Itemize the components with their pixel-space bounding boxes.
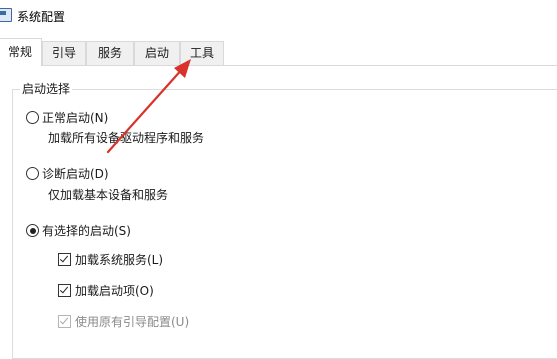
checkbox-checked-icon [58,253,71,266]
tab-services[interactable]: 服务 [86,41,134,65]
tab-boot[interactable]: 引导 [42,41,86,65]
diagnostic-startup-label: 诊断启动(D) [42,167,109,181]
tab-startup[interactable]: 启动 [134,41,180,65]
use-original-boot-config-checkbox: 使用原有引导配置(U) [58,313,189,330]
title-bar: 系统配置 [0,0,557,32]
checkbox-disabled-icon [58,315,71,328]
load-startup-items-checkbox[interactable]: 加载启动项(O) [58,282,154,299]
group-title: 启动选择 [20,80,73,97]
tab-tools[interactable]: 工具 [180,41,224,65]
load-system-services-label: 加载系统服务(L) [75,253,164,267]
radio-unselected-icon [26,167,39,180]
diagnostic-startup-radio[interactable]: 诊断启动(D) [26,165,109,182]
selective-startup-label: 有选择的启动(S) [42,224,131,238]
load-system-services-checkbox[interactable]: 加载系统服务(L) [58,251,163,268]
diagnostic-startup-description: 仅加载基本设备和服务 [48,188,169,202]
normal-startup-label: 正常启动(N) [42,111,109,125]
load-startup-items-label: 加载启动项(O) [75,284,154,298]
radio-unselected-icon [26,111,39,124]
checkbox-checked-icon [58,284,71,297]
selective-startup-radio[interactable]: 有选择的启动(S) [26,222,131,239]
window-title: 系统配置 [17,10,66,24]
radio-selected-icon [26,224,39,237]
normal-startup-radio[interactable]: 正常启动(N) [26,109,108,126]
use-original-boot-config-label: 使用原有引导配置(U) [75,315,190,329]
tab-general[interactable]: 常规 [0,38,42,66]
normal-startup-description: 加载所有设备驱动程序和服务 [48,131,205,145]
msconfig-icon [0,8,12,22]
